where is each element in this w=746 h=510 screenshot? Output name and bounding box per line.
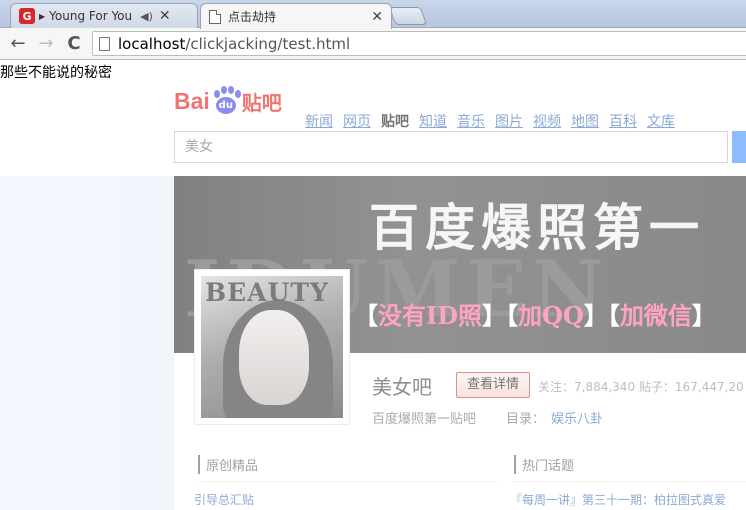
view-details-button[interactable]: 查看详情 [456,372,531,398]
nav-baike[interactable]: 百科 [609,111,637,131]
forward-icon[interactable]: → [34,32,58,56]
netease-music-icon: G [19,8,35,24]
baidu-top-nav: 新闻 网页 贴吧 知道 音乐 图片 视频 地图 百科 文库 [305,111,675,131]
tab-label: 点击劫持 [228,10,277,24]
baidu-paw-icon: du [211,86,241,116]
forum-name[interactable]: 美女吧 [372,371,432,400]
cover-image: BEAUTY [201,276,343,418]
forum-subtitle: 百度爆照第一贴吧 目录： 娱乐八卦 [372,412,604,427]
nav-video[interactable]: 视频 [533,111,561,131]
section-original: 原创精品 [198,455,258,474]
tab-label: Young For You [49,9,133,23]
section-hot-topics: 热门话题 [514,455,574,474]
tab-young-for-you[interactable]: G ▶ Young For You ◀) ✕ [10,3,198,28]
forum-avatar[interactable]: BEAUTY [194,269,350,425]
banner-tags: 【没有ID照】【加QQ】【加微信】 [354,301,716,330]
nav-zhidao[interactable]: 知道 [419,111,447,131]
nav-wenku[interactable]: 文库 [647,111,675,131]
play-icon: ▶ [39,11,46,21]
back-icon[interactable]: ← [6,32,30,56]
tab-strip: G ▶ Young For You ◀) ✕ 点击劫持 ✕ [0,0,746,29]
browser-toolbar: ← → C localhost/clickjacking/test.html [0,28,746,60]
nav-images[interactable]: 图片 [495,111,523,131]
nav-tieba[interactable]: 贴吧 [381,111,409,131]
url-text: localhost/clickjacking/test.html [118,34,351,53]
link-guide[interactable]: 引导总汇贴 [194,491,254,508]
left-background [0,176,174,510]
nav-web[interactable]: 网页 [343,111,371,131]
link-weekly[interactable]: 『每周一讲』第三十一期：柏拉图式真爱 [510,491,726,508]
catalog-link[interactable]: 娱乐八卦 [551,412,603,427]
page-info-icon[interactable] [99,36,110,51]
clickjacking-iframe[interactable]: Bai du 贴吧 新闻 网页 贴吧 知道 音乐 图片 视频 地图 百科 文库 … [0,61,746,510]
address-bar[interactable]: localhost/clickjacking/test.html [92,31,746,56]
new-tab-button[interactable] [388,7,428,25]
nav-music[interactable]: 音乐 [457,111,485,131]
nav-news[interactable]: 新闻 [305,111,333,131]
search-input[interactable]: 美女 [174,131,728,163]
nav-map[interactable]: 地图 [571,111,599,131]
search-button[interactable] [732,131,746,163]
reload-icon[interactable]: C [62,32,86,56]
banner-title: 百度爆照第一 [369,198,705,257]
page-icon [209,9,221,24]
page-viewport: 那些不能说的秘密 Bai du 贴吧 新闻 网页 贴吧 知道 音乐 图片 视频 … [0,61,746,510]
forum-sections: 原创精品 引导总汇贴 热门话题 『每周一讲』第三十一期：柏拉图式真爱 [174,441,746,510]
close-tab-icon[interactable]: ✕ [371,9,383,25]
forum-stats: 关注：7,884,340 贴子：167,447,20 [538,380,744,394]
close-tab-icon[interactable]: ✕ [159,8,171,24]
tab-clickjacking[interactable]: 点击劫持 ✕ [200,3,392,29]
secret-text: 那些不能说的秘密 [0,65,112,81]
baidu-tieba-logo[interactable]: Bai du 贴吧 [174,86,282,116]
speaker-icon[interactable]: ◀) [140,10,153,23]
